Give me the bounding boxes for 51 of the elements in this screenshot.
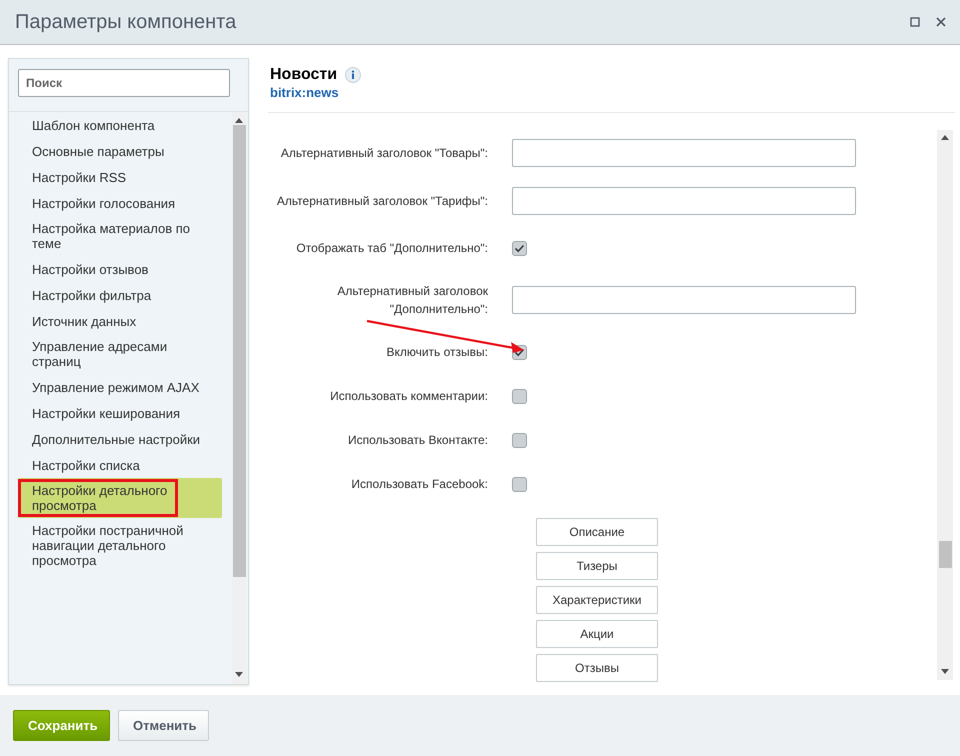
section-button[interactable]: Отзывы xyxy=(536,654,658,682)
component-title: Новости xyxy=(270,66,338,84)
search-field[interactable]: Поиск xyxy=(18,69,230,97)
input-field[interactable] xyxy=(512,187,856,215)
sidebar-item[interactable]: Шаблон компонента xyxy=(18,112,222,138)
field-label: Включить отзывы: xyxy=(386,344,488,361)
field-label: Использовать Вконтакте: xyxy=(348,432,488,449)
sidebar-item[interactable]: Настройки отзывов xyxy=(18,256,222,282)
sidebar-item[interactable]: Настройки кеширования xyxy=(18,400,222,426)
field-label: Отображать таб "Дополнительно": xyxy=(296,240,488,257)
scroll-down-icon[interactable] xyxy=(235,672,243,677)
sidebar-item[interactable]: Управление адресами страниц xyxy=(18,334,222,374)
section-button[interactable]: Тизеры xyxy=(536,552,658,580)
close-icon[interactable] xyxy=(936,17,946,27)
scrollbar-thumb[interactable] xyxy=(232,125,246,577)
maximize-icon[interactable] xyxy=(910,17,920,27)
input-field[interactable] xyxy=(512,286,856,314)
checkbox[interactable] xyxy=(512,388,527,404)
sidebar-item[interactable]: Настройки детального просмотра xyxy=(18,478,222,518)
sidebar-item[interactable]: Настройки списка xyxy=(18,452,222,478)
sidebar-item[interactable]: Настройки RSS xyxy=(18,164,222,190)
input-field[interactable] xyxy=(512,139,856,167)
scroll-up-icon[interactable] xyxy=(235,118,243,123)
sidebar-item[interactable]: Настройка материалов по теме xyxy=(18,216,222,256)
info-icon[interactable] xyxy=(345,67,362,83)
section-button[interactable]: Характеристики xyxy=(536,586,658,614)
field-label: Использовать Facebook: xyxy=(351,476,488,493)
sidebar-item[interactable]: Источник данных xyxy=(18,308,222,334)
sidebar-item[interactable]: Настройки фильтра xyxy=(18,282,222,308)
window-title: Параметры компонента xyxy=(15,10,238,34)
field-label: Альтернативный заголовок "Товары": xyxy=(280,145,488,162)
field-label: Альтернативный заголовок "Тарифы": xyxy=(276,193,488,210)
checkbox[interactable] xyxy=(512,476,527,492)
sidebar-item[interactable]: Управление режимом AJAX xyxy=(18,374,222,400)
section-button[interactable]: Акции xyxy=(536,620,658,648)
sidebar-item[interactable]: Настройки постраничной навигации детального просмотра xyxy=(18,518,222,573)
sidebar-item[interactable]: Основные параметры xyxy=(18,138,222,164)
scrollbar[interactable] xyxy=(232,112,246,684)
scrollbar-thumb[interactable] xyxy=(938,541,952,568)
field-label: Альтернативный заголовок "Дополнительно": xyxy=(336,283,488,318)
sidebar-item[interactable]: Дополнительные настройки xyxy=(18,426,222,452)
section-button[interactable]: Описание xyxy=(536,518,658,546)
field-label: Использовать комментарии: xyxy=(330,388,488,405)
scroll-up-icon[interactable] xyxy=(941,135,949,140)
sidebar-item[interactable]: Настройки голосования xyxy=(18,190,222,216)
scroll-down-icon[interactable] xyxy=(941,669,949,674)
checkbox[interactable] xyxy=(512,432,527,448)
scrollbar[interactable] xyxy=(937,130,953,680)
cancel-button[interactable]: Отменить xyxy=(118,710,209,741)
checkbox[interactable] xyxy=(512,240,527,256)
component-code: bitrix:news xyxy=(270,85,339,100)
